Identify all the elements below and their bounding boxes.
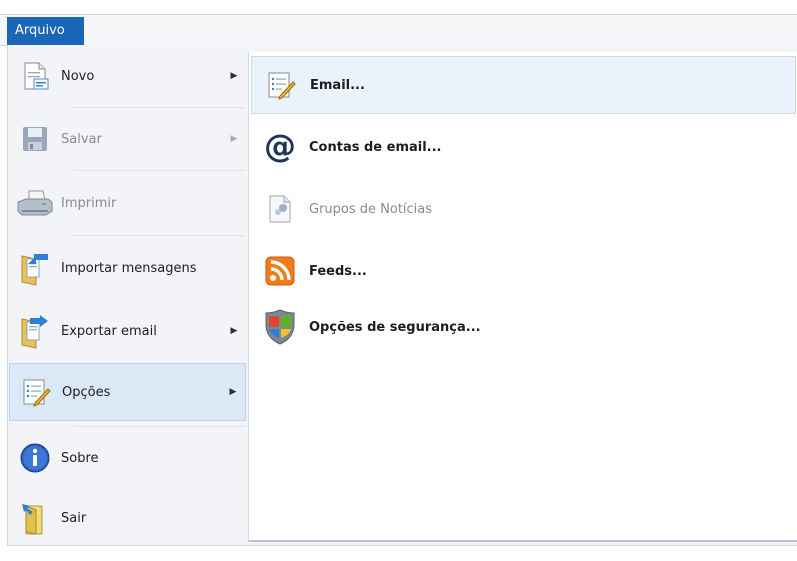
menu-item-label: Opções [62,384,111,400]
newsgroup-icon [251,180,309,238]
menu-item-opcoes[interactable]: Opções ▶ [9,363,246,421]
menu-item-label: Novo [61,68,95,84]
menu-item-label: Exportar email [61,323,157,339]
info-icon [9,429,61,487]
menu-separator [73,107,245,108]
menu-item-sair[interactable]: Sair [9,489,246,547]
menu-item-novo[interactable]: Novo ▶ [9,47,246,105]
menu-item-label: Sair [61,510,87,526]
printer-icon [9,174,61,232]
export-folder-icon [9,302,61,360]
options-submenu: Email... @ Contas de email... Grupos de … [248,52,797,542]
security-shield-icon [251,298,309,356]
new-document-icon [9,47,61,105]
email-options-icon [252,56,310,114]
options-notepad-icon [10,363,62,421]
file-menu: Novo ▶ Salvar ▶ Imprimir Importar mensag… [7,45,247,545]
submenu-item-grupos-de-noticias[interactable]: Grupos de Notícias [251,180,796,238]
submenu-item-label: Feeds... [309,263,367,279]
menu-item-importar-mensagens[interactable]: Importar mensagens [9,239,246,297]
window-top-border [0,0,797,15]
menu-item-label: Salvar [61,131,102,147]
status-divider [7,545,797,546]
exit-icon [9,489,61,547]
submenu-arrow-icon: ▶ [229,387,237,397]
ribbon-bar [0,15,797,46]
menu-item-sobre[interactable]: Sobre [9,429,246,487]
submenu-item-label: Grupos de Notícias [309,201,433,217]
menu-item-exportar-email[interactable]: Exportar email ▶ [9,302,246,360]
submenu-item-label: Contas de email... [309,139,442,155]
rss-feed-icon [251,242,309,300]
save-icon [9,110,61,168]
submenu-item-label: Email... [310,77,365,93]
submenu-item-opcoes-de-seguranca[interactable]: Opções de segurança... [251,298,796,356]
menu-separator [73,170,245,171]
submenu-item-label: Opções de segurança... [309,319,481,335]
submenu-arrow-icon: ▶ [230,326,238,336]
menu-item-salvar[interactable]: Salvar ▶ [9,110,246,168]
svg-text:@: @ [264,130,296,164]
submenu-item-feeds[interactable]: Feeds... [251,242,796,300]
menu-item-label: Importar mensagens [61,260,197,276]
at-sign-icon: @ [251,118,309,176]
menu-item-imprimir[interactable]: Imprimir [9,174,246,232]
file-tab[interactable]: Arquivo [7,17,84,45]
submenu-item-email[interactable]: Email... [251,56,796,114]
menu-separator [73,426,245,427]
import-folder-icon [9,239,61,297]
status-area [0,545,797,561]
menu-item-label: Imprimir [61,195,117,211]
submenu-arrow-icon: ▶ [230,134,238,144]
submenu-item-contas-de-email[interactable]: @ Contas de email... [251,118,796,176]
menu-item-label: Sobre [61,450,99,466]
menu-separator [73,235,245,236]
submenu-arrow-icon: ▶ [230,71,238,81]
